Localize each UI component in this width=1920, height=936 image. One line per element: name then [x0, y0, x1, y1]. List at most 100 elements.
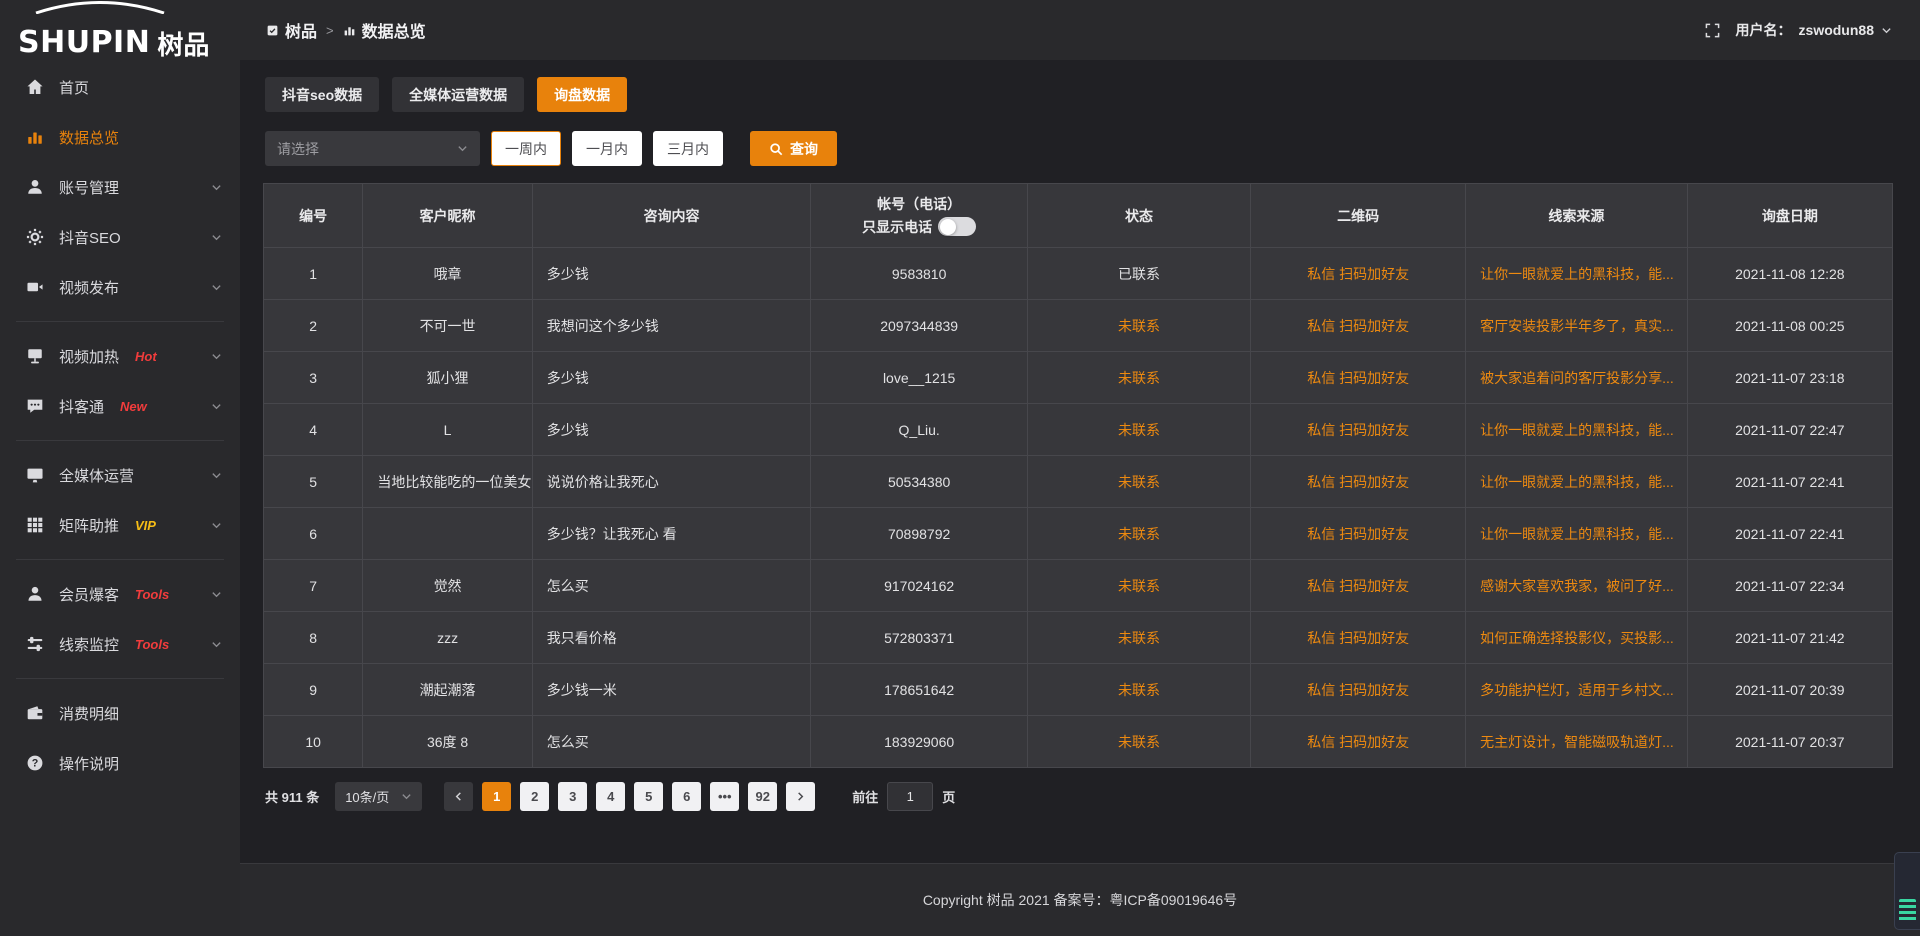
- cell-source-link-text[interactable]: 客厅安装投影半年多了，真实...: [1480, 318, 1674, 334]
- sidebar-item-grid[interactable]: 矩阵助推VIP: [0, 500, 240, 550]
- prev-page-button[interactable]: [444, 782, 473, 811]
- cell-qr-link-text[interactable]: 私信 扫码加好友: [1307, 578, 1409, 594]
- cell-source-link-text[interactable]: 让你一眼就爱上的黑科技，能...: [1480, 266, 1674, 282]
- breadcrumb-label: 树品: [285, 18, 317, 42]
- tab-询盘数据[interactable]: 询盘数据: [537, 77, 627, 112]
- range-button-一周内[interactable]: 一周内: [491, 131, 561, 166]
- page-button-92[interactable]: 92: [748, 782, 777, 811]
- cell-content: 多少钱: [532, 404, 811, 456]
- goto-page-input[interactable]: [887, 782, 933, 811]
- user-area: 用户名：zswodun88: [1705, 20, 1892, 40]
- cell-source-link-text[interactable]: 多功能护栏灯，适用于乡村文...: [1480, 682, 1674, 698]
- sidebar-item-member[interactable]: 会员爆客Tools: [0, 569, 240, 619]
- pagination: 共 911 条 10条/页 123456•••92 前往 页: [265, 782, 955, 811]
- cell-qr-link-text[interactable]: 私信 扫码加好友: [1307, 318, 1409, 334]
- breadcrumb-item-home[interactable]: 树品: [266, 18, 317, 42]
- cell-nickname: 当地比较能吃的一位美女: [363, 456, 532, 508]
- page-button-4[interactable]: 4: [596, 782, 625, 811]
- cell-qr-link-text[interactable]: 私信 扫码加好友: [1307, 474, 1409, 490]
- cell-qr-link-text[interactable]: 私信 扫码加好友: [1307, 682, 1409, 698]
- page-button-2[interactable]: 2: [520, 782, 549, 811]
- badge-new: New: [120, 399, 147, 414]
- search-button[interactable]: 查询: [750, 131, 837, 166]
- sidebar-item-video[interactable]: 视频发布: [0, 262, 240, 312]
- badge-hot: Hot: [135, 349, 157, 364]
- tab-抖音seo数据[interactable]: 抖音seo数据: [265, 77, 379, 112]
- cell-date: 2021-11-07 22:34: [1687, 560, 1892, 612]
- chevron-down-icon: [211, 589, 222, 600]
- pagination-total: 共 911 条: [265, 787, 319, 806]
- cell-status: 未联系: [1027, 352, 1250, 404]
- column-header-label: 帐号（电话）: [825, 193, 1013, 215]
- cell-no: 1: [264, 248, 363, 300]
- cell-content: 怎么买: [532, 716, 811, 768]
- sidebar-item-monitor[interactable]: 全媒体运营: [0, 450, 240, 500]
- cell-source-link-text[interactable]: 无主灯设计，智能磁吸轨道灯...: [1480, 734, 1674, 750]
- cell-date: 2021-11-08 12:28: [1687, 248, 1892, 300]
- page-size-select[interactable]: 10条/页: [335, 782, 422, 811]
- cell-qr-link-text[interactable]: 私信 扫码加好友: [1307, 370, 1409, 386]
- page-button-3[interactable]: 3: [558, 782, 587, 811]
- sidebar-item-chart[interactable]: 数据总览: [0, 112, 240, 162]
- range-button-三月内[interactable]: 三月内: [653, 131, 723, 166]
- cell-qr-link-text[interactable]: 私信 扫码加好友: [1307, 526, 1409, 542]
- floating-widget[interactable]: [1894, 852, 1920, 930]
- table-row: 4L多少钱Q_Liu.未联系私信 扫码加好友让你一眼就爱上的黑科技，能...20…: [264, 404, 1893, 456]
- search-icon: [769, 142, 783, 156]
- user-menu[interactable]: 用户名：zswodun88: [1736, 20, 1892, 40]
- chevron-down-icon: [211, 401, 222, 412]
- sidebar-item-label: 全媒体运营: [59, 465, 134, 486]
- chevron-down-icon: [457, 143, 468, 154]
- sidebar-item-heat[interactable]: 视频加热Hot: [0, 331, 240, 381]
- fullscreen-icon[interactable]: [1705, 23, 1720, 38]
- cell-content: 怎么买: [532, 560, 811, 612]
- phone-only-toggle[interactable]: [938, 217, 976, 236]
- chevron-down-icon: [211, 520, 222, 531]
- sidebar-item-sliders[interactable]: 线索监控Tools: [0, 619, 240, 669]
- chevron-right-icon: [795, 791, 806, 802]
- cell-qr-link-text[interactable]: 私信 扫码加好友: [1307, 422, 1409, 438]
- next-page-button[interactable]: [786, 782, 815, 811]
- cell-status: 未联系: [1027, 560, 1250, 612]
- user-icon: [26, 178, 44, 196]
- cell-content: 我想问这个多少钱: [532, 300, 811, 352]
- sidebar-item-label: 抖音SEO: [59, 227, 121, 248]
- sidebar-item-label: 矩阵助推: [59, 515, 119, 536]
- breadcrumb-item-current[interactable]: 数据总览: [343, 18, 426, 42]
- cell-source-link-text[interactable]: 被大家追着问的客厅投影分享...: [1480, 370, 1674, 386]
- cell-qr-link: 私信 扫码加好友: [1251, 456, 1466, 508]
- sidebar-item-user[interactable]: 账号管理: [0, 162, 240, 212]
- range-button-一月内[interactable]: 一月内: [572, 131, 642, 166]
- cell-qr-link-text[interactable]: 私信 扫码加好友: [1307, 630, 1409, 646]
- cell-status: 未联系: [1027, 612, 1250, 664]
- table-row: 7觉然怎么买917024162未联系私信 扫码加好友感谢大家喜欢我家，被问了好.…: [264, 560, 1893, 612]
- cell-nickname: 36度 8: [363, 716, 532, 768]
- table-row: 1036度 8怎么买183929060未联系私信 扫码加好友无主灯设计，智能磁吸…: [264, 716, 1893, 768]
- sidebar-item-home[interactable]: 首页: [0, 62, 240, 112]
- cell-source-link-text[interactable]: 感谢大家喜欢我家，被问了好...: [1480, 578, 1674, 594]
- cell-source-link-text[interactable]: 如何正确选择投影仪，买投影...: [1480, 630, 1674, 646]
- cell-status: 未联系: [1027, 508, 1250, 560]
- cell-qr-link: 私信 扫码加好友: [1251, 404, 1466, 456]
- sidebar-item-wallet[interactable]: 消费明细: [0, 688, 240, 738]
- page-button-6[interactable]: 6: [672, 782, 701, 811]
- cell-qr-link-text[interactable]: 私信 扫码加好友: [1307, 734, 1409, 750]
- sidebar-item-label: 抖客通: [59, 396, 104, 417]
- cell-date: 2021-11-07 22:41: [1687, 456, 1892, 508]
- cell-source-link-text[interactable]: 让你一眼就爱上的黑科技，能...: [1480, 422, 1674, 438]
- sidebar-item-label: 操作说明: [59, 753, 119, 774]
- breadcrumb: 树品 > 数据总览: [266, 18, 426, 42]
- cell-source-link-text[interactable]: 让你一眼就爱上的黑科技，能...: [1480, 526, 1674, 542]
- sidebar-item-gear[interactable]: 抖音SEO: [0, 212, 240, 262]
- page-button-1[interactable]: 1: [482, 782, 511, 811]
- main-content: 抖音seo数据全媒体运营数据询盘数据 请选择 一周内一月内三月内 查询 编号客户…: [240, 60, 1920, 936]
- pages-ellipsis-button[interactable]: •••: [710, 782, 739, 811]
- cell-source-link-text[interactable]: 让你一眼就爱上的黑科技，能...: [1480, 474, 1674, 490]
- tab-全媒体运营数据[interactable]: 全媒体运营数据: [392, 77, 524, 112]
- footer: Copyright 树品 2021 备案号：粤ICP备09019646号: [240, 863, 1920, 936]
- page-button-5[interactable]: 5: [634, 782, 663, 811]
- filter-select[interactable]: 请选择: [265, 131, 480, 166]
- sidebar-item-help[interactable]: ?操作说明: [0, 738, 240, 788]
- cell-qr-link-text[interactable]: 私信 扫码加好友: [1307, 266, 1409, 282]
- sidebar-item-chat[interactable]: 抖客通 New: [0, 381, 240, 431]
